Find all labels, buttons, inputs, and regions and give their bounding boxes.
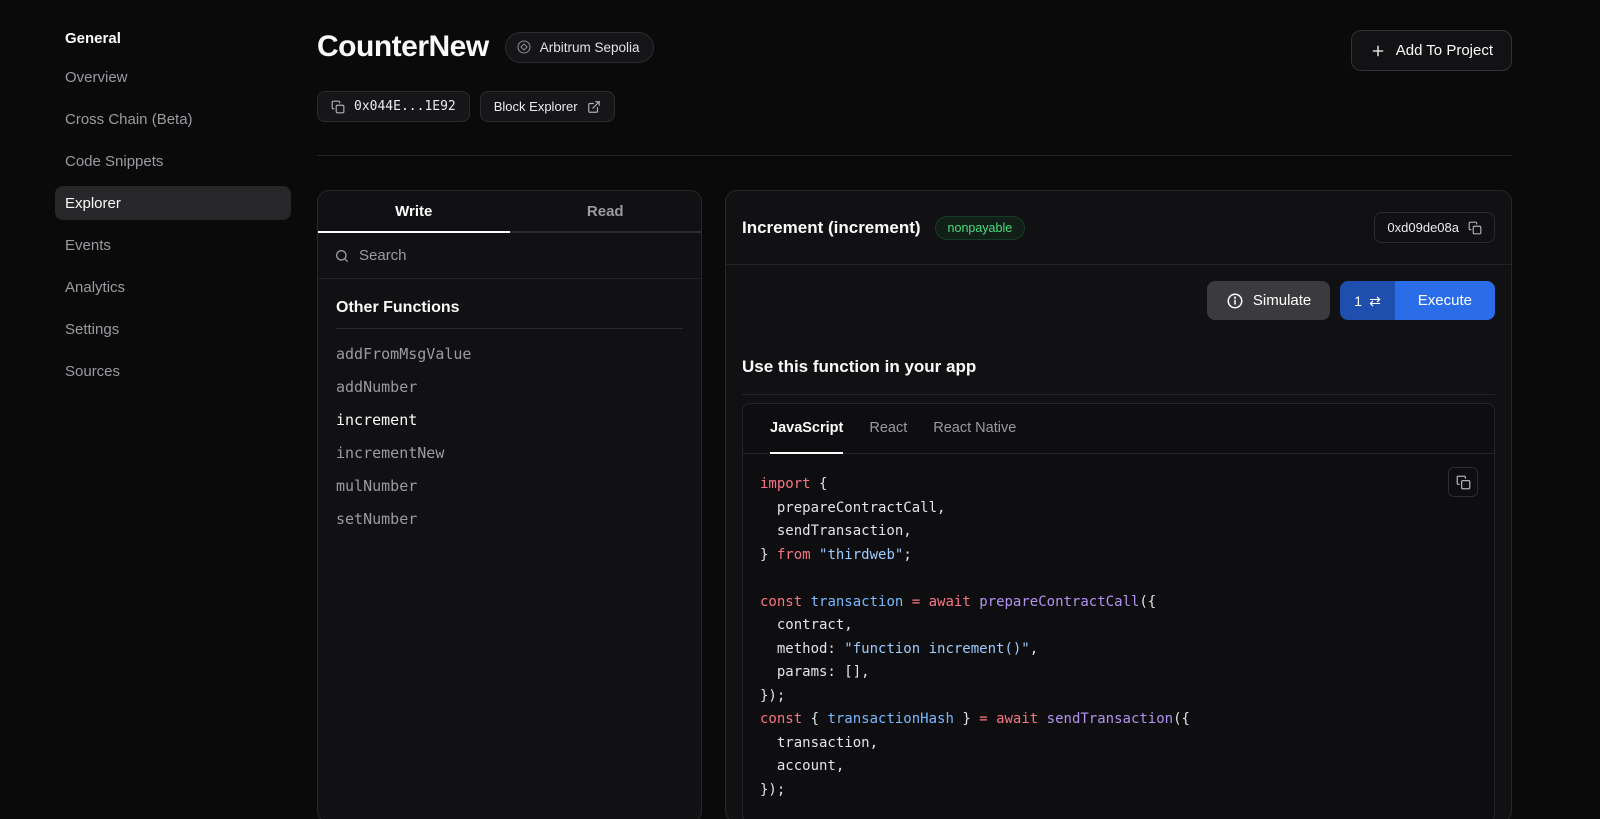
function-list-section: Other Functions addFromMsgValueaddNumber… (318, 279, 701, 555)
title-group: CounterNew Arbitrum Sepolia (317, 30, 654, 64)
function-item-setNumber[interactable]: setNumber (336, 502, 683, 535)
code-line: const { transactionHash } = await sendTr… (760, 708, 1477, 732)
write-read-tabs: WriteRead (318, 191, 701, 233)
header-actions: 0x044E...1E92 Block Explorer (317, 91, 1512, 122)
code-tab-react[interactable]: React (869, 404, 907, 454)
function-detail-body: Simulate 1 ⇄ Execute Use this function i… (726, 265, 1511, 819)
main-area: CounterNew Arbitrum Sepolia Add To Proje… (317, 0, 1512, 819)
external-link-icon (587, 100, 601, 114)
copy-code-button[interactable] (1448, 467, 1478, 497)
code-tab-javascript[interactable]: JavaScript (770, 404, 843, 454)
code-line: prepareContractCall, (760, 497, 1477, 521)
search-icon (334, 248, 350, 264)
execute-split-button: 1 ⇄ Execute (1340, 281, 1495, 320)
block-explorer-label: Block Explorer (494, 99, 578, 114)
add-to-project-label: Add To Project (1396, 42, 1493, 59)
function-item-addNumber[interactable]: addNumber (336, 370, 683, 403)
network-badge[interactable]: Arbitrum Sepolia (505, 32, 655, 63)
usage-divider (742, 394, 1495, 395)
header-divider (317, 155, 1512, 156)
sidebar-item-explorer[interactable]: Explorer (55, 186, 291, 220)
code-line: } from "thirdweb"; (760, 544, 1477, 568)
sidebar-item-overview[interactable]: Overview (55, 60, 291, 94)
code-line: }); (760, 685, 1477, 709)
transaction-count-button[interactable]: 1 ⇄ (1340, 281, 1395, 320)
code-line: import { (760, 473, 1477, 497)
function-item-increment[interactable]: increment (336, 403, 683, 436)
code-line: const transaction = await prepareContrac… (760, 591, 1477, 615)
code-line: account, (760, 755, 1477, 779)
code-line: method: "function increment()", (760, 638, 1477, 662)
sidebar-item-code-snippets[interactable]: Code Snippets (55, 144, 291, 178)
copy-icon (1468, 221, 1482, 235)
sidebar: General Overview Cross Chain (Beta) Code S… (0, 0, 317, 819)
sidebar-section-title: General (55, 30, 291, 47)
function-item-incrementNew[interactable]: incrementNew (336, 436, 683, 469)
copy-icon (1456, 475, 1471, 490)
sidebar-item-settings[interactable]: Settings (55, 312, 291, 346)
contract-address-button[interactable]: 0x044E...1E92 (317, 91, 470, 122)
page-header: CounterNew Arbitrum Sepolia Add To Proje… (317, 0, 1512, 71)
contract-address-label: 0x044E...1E92 (354, 99, 456, 114)
code-line: sendTransaction, (760, 520, 1477, 544)
function-detail-panel: Increment (increment) nonpayable 0xd09de… (725, 190, 1512, 819)
sidebar-item-cross-chain-beta[interactable]: Cross Chain (Beta) (55, 102, 291, 136)
execute-button[interactable]: Execute (1395, 281, 1495, 320)
function-detail-header: Increment (increment) nonpayable 0xd09de… (726, 191, 1511, 265)
network-badge-label: Arbitrum Sepolia (540, 40, 640, 55)
tab-read[interactable]: Read (510, 191, 702, 233)
code-line: params: [], (760, 661, 1477, 685)
code-language-tabs: JavaScript React React Native (743, 404, 1494, 454)
network-icon (516, 39, 532, 55)
function-selector-label: 0xd09de08a (1387, 220, 1459, 235)
plus-icon (1370, 43, 1386, 59)
sidebar-item-sources[interactable]: Sources (55, 354, 291, 388)
sidebar-item-analytics[interactable]: Analytics (55, 270, 291, 304)
copy-icon (331, 100, 345, 114)
functions-panel: WriteRead Other Functions addFromMsgValu… (317, 190, 702, 819)
sidebar-item-events[interactable]: Events (55, 228, 291, 262)
sidebar-nav: Overview Cross Chain (Beta) Code Snippets E… (55, 60, 291, 388)
code-line: contract, (760, 614, 1477, 638)
code-block: import { prepareContractCall, sendTransa… (760, 473, 1477, 802)
function-list: addFromMsgValueaddNumberincrementincreme… (336, 337, 683, 535)
code-line (760, 567, 1477, 591)
add-to-project-button[interactable]: Add To Project (1351, 30, 1512, 71)
mutability-badge: nonpayable (935, 216, 1026, 240)
content: WriteRead Other Functions addFromMsgValu… (317, 190, 1512, 819)
tab-write[interactable]: Write (318, 191, 510, 233)
function-item-addFromMsgValue[interactable]: addFromMsgValue (336, 337, 683, 370)
code-line: transaction, (760, 732, 1477, 756)
transaction-count: 1 (1354, 293, 1362, 309)
code-line: }); (760, 779, 1477, 803)
function-item-mulNumber[interactable]: mulNumber (336, 469, 683, 502)
code-area: import { prepareContractCall, sendTransa… (743, 454, 1494, 819)
page-title: CounterNew (317, 30, 489, 64)
code-snippet-card: JavaScript React React Native import { pre… (742, 403, 1495, 819)
function-title-group: Increment (increment) nonpayable (742, 216, 1025, 240)
function-title: Increment (increment) (742, 218, 921, 238)
search-input[interactable] (359, 247, 685, 264)
swap-arrows-icon: ⇄ (1369, 294, 1381, 308)
usage-title: Use this function in your app (742, 357, 1495, 377)
simulate-label: Simulate (1253, 292, 1311, 309)
block-explorer-button[interactable]: Block Explorer (480, 91, 615, 122)
function-group-title: Other Functions (336, 299, 683, 329)
actions-row: Simulate 1 ⇄ Execute (742, 281, 1495, 320)
simulate-button[interactable]: Simulate (1207, 281, 1330, 320)
function-search (318, 233, 701, 279)
code-tab-react-native[interactable]: React Native (933, 404, 1016, 454)
info-icon (1226, 292, 1244, 310)
function-selector-button[interactable]: 0xd09de08a (1374, 212, 1495, 243)
